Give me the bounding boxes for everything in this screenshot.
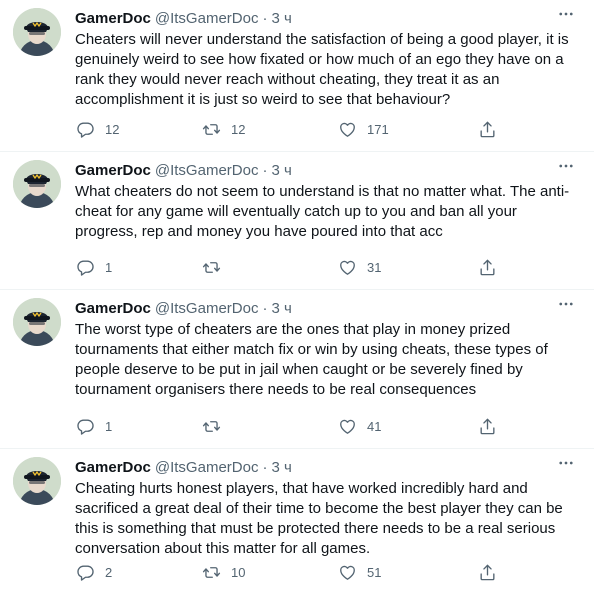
retweet-arrows-icon xyxy=(202,417,221,436)
retweet-button[interactable] xyxy=(202,255,231,279)
share-button[interactable] xyxy=(478,255,497,279)
tweet-actions: 1 41 xyxy=(70,414,510,438)
tweet-actions: 12 12 171 xyxy=(70,117,510,141)
tweet-thread: GamerDoc @ItsGamerDoc · 3 ч Cheaters will ne… xyxy=(0,0,594,595)
tweet-text: Cheaters will never understand the satis… xyxy=(75,31,569,108)
share-button[interactable] xyxy=(478,414,497,438)
more-horizontal-icon xyxy=(557,5,575,28)
reply-button[interactable]: 12 xyxy=(76,117,119,141)
reply-bubble-icon xyxy=(76,258,95,277)
like-button[interactable]: 51 xyxy=(338,560,381,584)
avatar[interactable] xyxy=(13,457,61,505)
heart-outline-icon xyxy=(338,258,357,277)
tweet-header: GamerDoc @ItsGamerDoc · 3 ч xyxy=(75,457,292,477)
like-button[interactable]: 41 xyxy=(338,414,381,438)
reply-bubble-icon xyxy=(76,120,95,139)
separator-dot: · xyxy=(262,161,268,179)
separator-dot: · xyxy=(262,458,268,476)
reply-count: 1 xyxy=(105,259,113,275)
tweet-timestamp[interactable]: 3 ч xyxy=(271,162,291,179)
tweet-timestamp[interactable]: 3 ч xyxy=(271,10,291,27)
retweet-count: 10 xyxy=(231,564,246,580)
tweet-actions: 2 10 51 xyxy=(70,560,510,584)
like-button[interactable]: 31 xyxy=(338,255,381,279)
more-options-button[interactable] xyxy=(554,6,578,26)
more-options-button[interactable] xyxy=(554,455,578,475)
reply-button[interactable]: 1 xyxy=(76,255,112,279)
tweet-actions: 1 31 xyxy=(70,255,510,279)
tweet[interactable]: GamerDoc @ItsGamerDoc · 3 ч What cheaters do… xyxy=(0,152,594,290)
share-button[interactable] xyxy=(478,560,497,584)
author-name[interactable]: GamerDoc xyxy=(75,300,151,317)
author-name[interactable]: GamerDoc xyxy=(75,162,151,179)
more-options-button[interactable] xyxy=(554,158,578,178)
tweet-text: The worst type of cheaters are the ones … xyxy=(75,321,548,398)
like-button[interactable]: 171 xyxy=(338,117,389,141)
more-options-button[interactable] xyxy=(554,296,578,316)
avatar[interactable] xyxy=(13,298,61,346)
retweet-arrows-icon xyxy=(202,563,221,582)
retweet-arrows-icon xyxy=(202,258,221,277)
tweet-header: GamerDoc @ItsGamerDoc · 3 ч xyxy=(75,8,292,28)
tweet-header: GamerDoc @ItsGamerDoc · 3 ч xyxy=(75,298,292,318)
author-handle[interactable]: @ItsGamerDoc xyxy=(155,300,259,317)
tweet[interactable]: GamerDoc @ItsGamerDoc · 3 ч Cheating hurts h… xyxy=(0,449,594,595)
share-upload-icon xyxy=(478,563,497,582)
retweet-count: 12 xyxy=(231,121,246,137)
reply-button[interactable]: 1 xyxy=(76,414,112,438)
avatar[interactable] xyxy=(13,160,61,208)
tweet-header: GamerDoc @ItsGamerDoc · 3 ч xyxy=(75,160,292,180)
reply-count: 2 xyxy=(105,564,113,580)
more-horizontal-icon xyxy=(557,295,575,318)
retweet-button[interactable]: 12 xyxy=(202,117,245,141)
like-count: 171 xyxy=(367,121,389,137)
reply-button[interactable]: 2 xyxy=(76,560,112,584)
heart-outline-icon xyxy=(338,417,357,436)
more-horizontal-icon xyxy=(557,454,575,477)
reply-count: 12 xyxy=(105,121,120,137)
tweet-timestamp[interactable]: 3 ч xyxy=(271,300,291,317)
author-handle[interactable]: @ItsGamerDoc xyxy=(155,162,259,179)
more-horizontal-icon xyxy=(557,157,575,180)
author-handle[interactable]: @ItsGamerDoc xyxy=(155,459,259,476)
avatar[interactable] xyxy=(13,8,61,56)
retweet-button[interactable] xyxy=(202,414,231,438)
reply-bubble-icon xyxy=(76,417,95,436)
author-name[interactable]: GamerDoc xyxy=(75,10,151,27)
reply-count: 1 xyxy=(105,418,113,434)
like-count: 31 xyxy=(367,259,382,275)
tweet[interactable]: GamerDoc @ItsGamerDoc · 3 ч Cheaters will ne… xyxy=(0,0,594,152)
author-name[interactable]: GamerDoc xyxy=(75,459,151,476)
tweet-text: What cheaters do not seem to understand … xyxy=(75,183,570,240)
like-count: 41 xyxy=(367,418,382,434)
retweet-button[interactable]: 10 xyxy=(202,560,245,584)
tweet-timestamp[interactable]: 3 ч xyxy=(271,459,291,476)
separator-dot: · xyxy=(262,9,268,27)
retweet-arrows-icon xyxy=(202,120,221,139)
share-upload-icon xyxy=(478,417,497,436)
share-button[interactable] xyxy=(478,117,497,141)
author-handle[interactable]: @ItsGamerDoc xyxy=(155,10,259,27)
tweet-text: Cheating hurts honest players, that have… xyxy=(75,480,563,557)
share-upload-icon xyxy=(478,120,497,139)
share-upload-icon xyxy=(478,258,497,277)
separator-dot: · xyxy=(262,299,268,317)
reply-bubble-icon xyxy=(76,563,95,582)
heart-outline-icon xyxy=(338,120,357,139)
heart-outline-icon xyxy=(338,563,357,582)
like-count: 51 xyxy=(367,564,382,580)
tweet[interactable]: GamerDoc @ItsGamerDoc · 3 ч The worst type o… xyxy=(0,290,594,449)
